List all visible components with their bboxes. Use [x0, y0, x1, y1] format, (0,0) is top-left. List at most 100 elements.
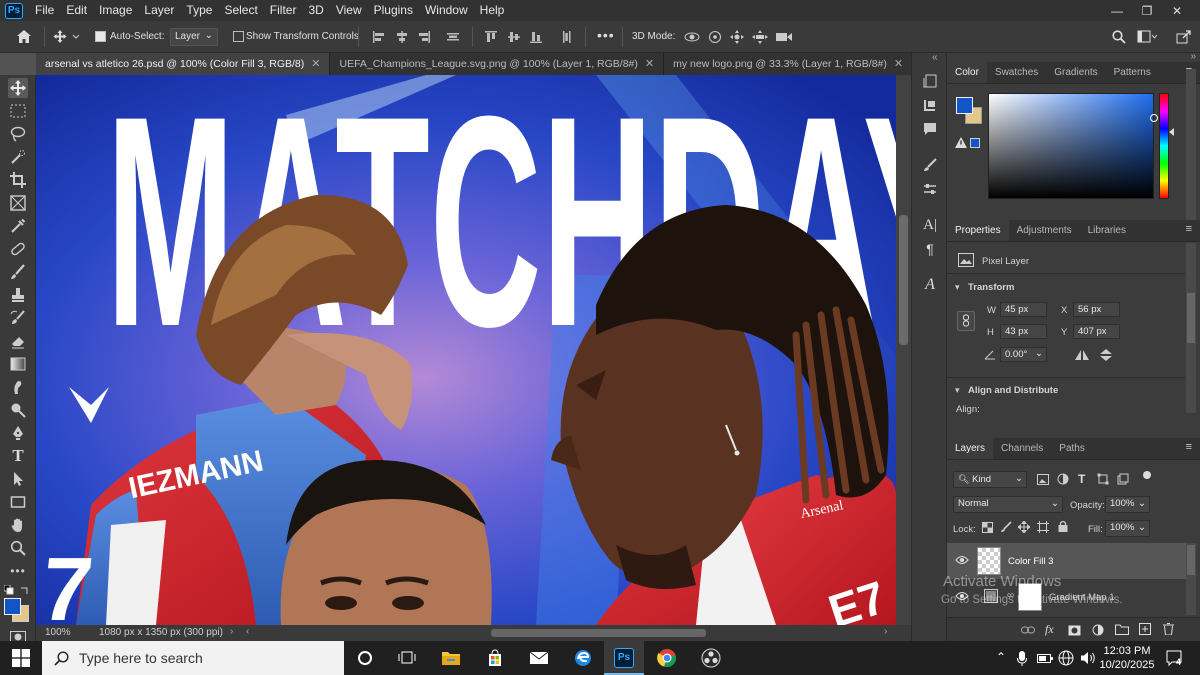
- history-panel-icon[interactable]: [922, 73, 938, 89]
- battery-icon[interactable]: [1037, 654, 1053, 663]
- layers-scrollbar[interactable]: [1186, 543, 1196, 615]
- hand-tool-icon[interactable]: [8, 515, 28, 535]
- tab-color[interactable]: Color: [947, 62, 987, 83]
- lock-transparent-icon[interactable]: [982, 522, 993, 533]
- lasso-tool-icon[interactable]: [8, 124, 28, 144]
- menu-view[interactable]: View: [330, 0, 368, 21]
- color-picker-handle[interactable]: [1150, 114, 1158, 122]
- clone-stamp-tool-icon[interactable]: [8, 285, 28, 305]
- align-middle-icon[interactable]: [507, 30, 521, 44]
- default-colors-icon[interactable]: [4, 585, 14, 595]
- crop-tool-icon[interactable]: [8, 170, 28, 190]
- auto-select-checkbox[interactable]: [95, 31, 106, 42]
- opacity-field[interactable]: 100% ⌄: [1105, 496, 1150, 513]
- task-view-icon[interactable]: [396, 648, 418, 668]
- home-icon[interactable]: [16, 29, 32, 44]
- gradient-tool-icon[interactable]: [8, 354, 28, 374]
- photoshop-taskbar-button[interactable]: Ps: [604, 641, 644, 675]
- lock-image-brush-icon[interactable]: [1000, 521, 1012, 533]
- type-tool-icon[interactable]: T: [8, 446, 28, 466]
- filter-adjustment-icon[interactable]: [1057, 473, 1069, 485]
- scroll-right-icon[interactable]: ›: [884, 626, 887, 637]
- auto-select-target-dropdown[interactable]: Layer ⌄: [170, 28, 218, 46]
- tab-channels[interactable]: Channels: [993, 438, 1051, 459]
- tab-libraries[interactable]: Libraries: [1080, 220, 1134, 241]
- show-hidden-icons-chevron-icon[interactable]: ⌃: [996, 650, 1006, 664]
- align-left-icon[interactable]: [372, 30, 386, 44]
- filter-smart-object-icon[interactable]: [1117, 473, 1129, 485]
- microsoft-store-icon[interactable]: [484, 648, 506, 668]
- menu-filter[interactable]: Filter: [264, 0, 303, 21]
- panel-scrollbar[interactable]: [1186, 69, 1196, 229]
- smudge-tool-icon[interactable]: [8, 377, 28, 397]
- tab-patterns[interactable]: Patterns: [1106, 62, 1159, 83]
- distribute-icon[interactable]: [446, 30, 460, 44]
- quick-selection-tool-icon[interactable]: [8, 147, 28, 167]
- taskbar-clock[interactable]: 12:03 PM 10/20/2025: [1098, 644, 1156, 672]
- filter-shape-icon[interactable]: [1097, 473, 1109, 485]
- close-tab-icon[interactable]: ✕: [894, 53, 903, 75]
- lock-position-icon[interactable]: [1018, 521, 1030, 533]
- adjust-panel-icon[interactable]: [922, 181, 938, 197]
- menu-edit[interactable]: Edit: [60, 0, 93, 21]
- horizontal-scrollbar-thumb[interactable]: [491, 629, 706, 637]
- close-tab-icon[interactable]: ✕: [645, 53, 654, 75]
- tab-swatches[interactable]: Swatches: [987, 62, 1046, 83]
- layer-filter-dropdown[interactable]: 🔍︎ Kind ⌄: [953, 471, 1027, 488]
- windows-start-icon[interactable]: [10, 648, 32, 668]
- comments-panel-icon[interactable]: [922, 121, 938, 137]
- restore-button[interactable]: ❐: [1132, 0, 1162, 21]
- align-top-icon[interactable]: [484, 30, 498, 44]
- menu-help[interactable]: Help: [474, 0, 511, 21]
- collapse-panels-icon[interactable]: «: [932, 52, 938, 63]
- actions-panel-icon[interactable]: [922, 97, 938, 113]
- filter-type-icon[interactable]: T: [1078, 472, 1085, 486]
- cortana-icon[interactable]: [354, 648, 376, 668]
- visibility-eye-icon[interactable]: [955, 555, 969, 565]
- tab-layers[interactable]: Layers: [947, 438, 994, 459]
- align-bottom-icon[interactable]: [529, 30, 543, 44]
- show-transform-checkbox[interactable]: [233, 31, 244, 42]
- flip-horizontal-icon[interactable]: [1074, 349, 1090, 361]
- new-layer-icon[interactable]: [1139, 623, 1151, 635]
- filter-pixel-icon[interactable]: [1037, 474, 1049, 485]
- eyedropper-tool-icon[interactable]: [8, 216, 28, 236]
- layer-style-fx-icon[interactable]: fx: [1045, 622, 1054, 637]
- close-window-button[interactable]: ✕: [1162, 0, 1192, 21]
- chevron-right-icon[interactable]: ▾: [955, 385, 960, 396]
- height-field[interactable]: 43 px: [1000, 324, 1047, 339]
- tab-arsenal-psd[interactable]: arsenal vs atletico 26.psd @ 100% (Color…: [36, 53, 331, 75]
- dodge-tool-icon[interactable]: [8, 400, 28, 420]
- obs-icon[interactable]: [700, 648, 722, 668]
- collapse-dock-icon[interactable]: »: [1190, 51, 1196, 62]
- microphone-icon[interactable]: [1017, 651, 1027, 667]
- new-group-folder-icon[interactable]: [1115, 624, 1129, 635]
- menu-image[interactable]: Image: [93, 0, 138, 21]
- rectangle-tool-icon[interactable]: [8, 492, 28, 512]
- search-icon[interactable]: [1112, 30, 1126, 44]
- 3d-slide-icon[interactable]: [751, 30, 769, 44]
- marquee-tool-icon[interactable]: [8, 101, 28, 121]
- taskbar-search-box[interactable]: Type here to search: [42, 641, 344, 675]
- 3d-roll-icon[interactable]: [707, 30, 723, 44]
- edit-toolbar-icon[interactable]: •••: [8, 561, 28, 581]
- web-safe-color-swatch[interactable]: [970, 138, 980, 148]
- menu-file[interactable]: File: [29, 0, 60, 21]
- hue-slider[interactable]: [1159, 93, 1169, 199]
- paragraph-panel-icon[interactable]: ¶: [922, 241, 938, 257]
- tab-adjustments[interactable]: Adjustments: [1009, 220, 1080, 241]
- 3d-camera-icon[interactable]: [775, 30, 793, 44]
- file-explorer-icon[interactable]: [440, 648, 462, 668]
- 3d-orbit-icon[interactable]: [684, 30, 700, 44]
- lock-all-icon[interactable]: [1058, 520, 1068, 532]
- status-menu-chevron-icon[interactable]: ›: [230, 626, 233, 637]
- history-brush-tool-icon[interactable]: [8, 308, 28, 328]
- close-tab-icon[interactable]: ✕: [311, 53, 320, 75]
- menu-layer[interactable]: Layer: [138, 0, 180, 21]
- panel-menu-icon[interactable]: ≡: [1186, 441, 1192, 453]
- tab-my-new-logo[interactable]: my new logo.png @ 33.3% (Layer 1, RGB/8#…: [664, 53, 914, 75]
- foreground-color-swatch[interactable]: [4, 598, 21, 615]
- flip-vertical-icon[interactable]: [1099, 348, 1113, 362]
- tab-paths[interactable]: Paths: [1051, 438, 1093, 459]
- color-field[interactable]: [988, 93, 1158, 199]
